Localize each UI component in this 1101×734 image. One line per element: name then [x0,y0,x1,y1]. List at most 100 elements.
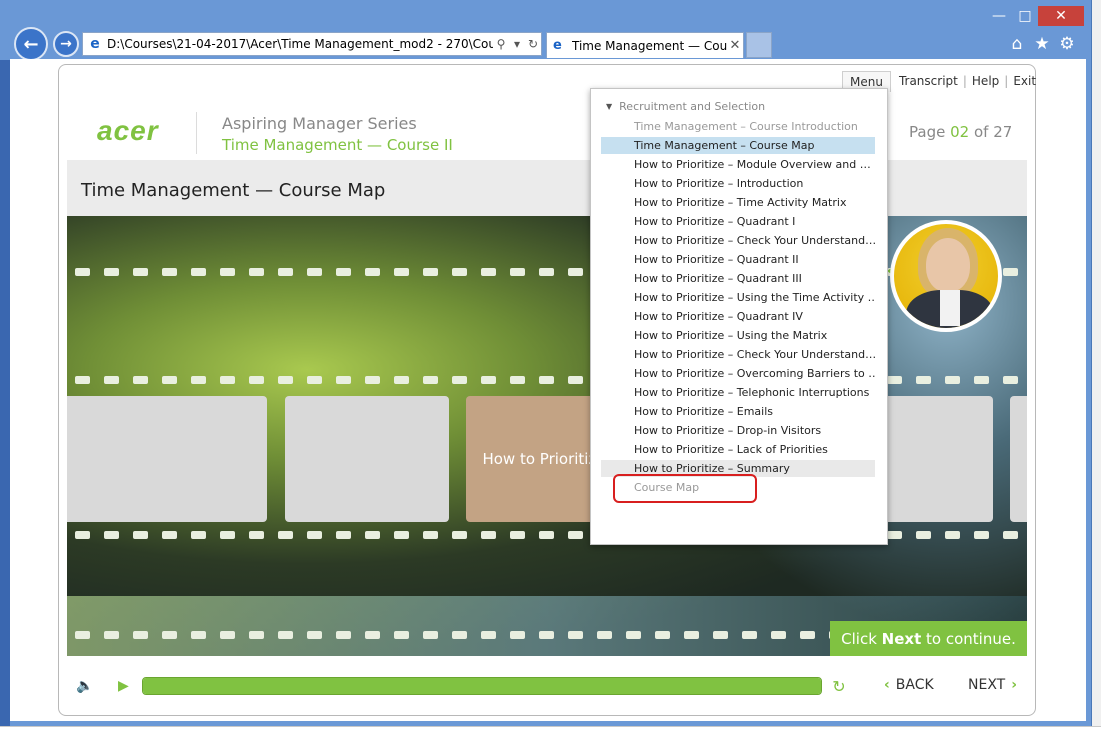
help-link[interactable]: Help [972,74,999,88]
minimize-button[interactable]: — [986,6,1012,26]
film-hole [133,268,148,276]
film-hole [394,531,409,539]
browser-tab[interactable]: e Time Management — Cour... ✕ [546,32,744,58]
menu-item[interactable]: How to Prioritize – Introduction [601,175,875,192]
film-hole [481,268,496,276]
film-hole [75,531,90,539]
film-hole [1003,268,1018,276]
film-frame [1010,396,1027,522]
film-frame [285,396,449,522]
film-hole [597,631,612,639]
search-icon[interactable]: ⚲ [493,37,509,51]
menu-item[interactable]: How to Prioritize – Quadrant II [601,251,875,268]
film-hole [510,376,525,384]
menu-section-header[interactable]: ▼ Recruitment and Selection [606,100,765,113]
page-current: 02 [950,123,970,141]
nav-separator: | [962,74,967,88]
film-hole [191,376,206,384]
film-hole [307,268,322,276]
film-hole [336,376,351,384]
avatar-face [926,238,970,292]
film-hole [249,376,264,384]
menu-item[interactable]: How to Prioritize – Quadrant IV [601,308,875,325]
exit-link[interactable]: Exit [1013,74,1036,88]
film-hole [916,376,931,384]
film-hole [945,376,960,384]
refresh-icon[interactable]: ↻ [525,37,541,51]
film-hole [365,631,380,639]
film-hole [336,268,351,276]
film-hole [278,268,293,276]
menu-item[interactable]: How to Prioritize – Time Activity Matrix [601,194,875,211]
film-hole [220,268,235,276]
back-label: BACK [895,677,934,693]
next-button[interactable]: NEXT › [968,677,1017,693]
address-url[interactable]: D:\Courses\21-04-2017\Acer\Time Manageme… [107,37,493,51]
film-hole [220,631,235,639]
menu-item[interactable]: Time Management – Course Map [601,137,875,154]
menu-item[interactable]: How to Prioritize – Telephonic Interrupt… [601,384,875,401]
film-hole [423,531,438,539]
film-hole [887,376,902,384]
home-icon[interactable]: ⌂ [1006,33,1028,55]
film-frame [103,396,267,522]
film-hole [191,631,206,639]
slide-progress-bar[interactable] [142,677,822,695]
forward-icon[interactable]: → [53,31,79,57]
menu-item[interactable]: Time Management – Course Introduction [601,118,875,135]
film-hole [481,376,496,384]
cta-next: Next [881,629,922,648]
film-hole [278,631,293,639]
film-hole [249,531,264,539]
page-total: of 27 [973,123,1013,141]
menu-item[interactable]: How to Prioritize – Lack of Priorities [601,441,875,458]
play-icon[interactable]: ▶ [118,678,134,694]
close-window-button[interactable]: ✕ [1038,6,1084,26]
transcript-link[interactable]: Transcript [899,74,958,88]
menu-item[interactable]: How to Prioritize – Using the Time Activ… [601,289,875,306]
header-divider [196,112,197,154]
slide-title: Time Management — Course Map [81,180,386,201]
menu-item[interactable]: How to Prioritize – Check Your Understan… [601,346,875,363]
back-button[interactable]: ‹ BACK [884,677,934,693]
film-hole [394,376,409,384]
film-hole [539,531,554,539]
film-hole [568,531,583,539]
star-icon[interactable]: ★ [1031,33,1053,55]
page-prefix: Page [909,123,946,141]
menu-item[interactable]: How to Prioritize – Check Your Understan… [601,232,875,249]
desktop-edge [0,60,10,726]
dropdown-icon[interactable]: ▾ [509,37,525,51]
film-hole [568,376,583,384]
nav-separator: | [1004,74,1009,88]
tab-close-icon[interactable]: ✕ [727,38,743,53]
replay-icon[interactable]: ↻ [830,677,848,696]
film-hole [104,376,119,384]
film-hole [800,631,815,639]
volume-icon[interactable]: 🔈 [76,678,93,694]
film-hole [133,631,148,639]
desktop-edge-bottom [0,726,1101,734]
tab-title[interactable]: Time Management — Cour... [572,39,727,53]
film-hole [133,531,148,539]
film-hole [452,531,467,539]
menu-item[interactable]: How to Prioritize – Module Overview and … [601,156,875,173]
gear-icon[interactable]: ⚙ [1056,33,1078,55]
menu-item[interactable]: How to Prioritize – Quadrant III [601,270,875,287]
menu-item[interactable]: How to Prioritize – Quadrant I [601,213,875,230]
film-hole [162,631,177,639]
film-hole [655,631,670,639]
menu-item[interactable]: How to Prioritize – Drop-in Visitors [601,422,875,439]
menu-item[interactable]: How to Prioritize – Using the Matrix [601,327,875,344]
collapse-triangle-icon[interactable]: ▼ [606,102,612,111]
menu-item[interactable]: How to Prioritize – Overcoming Barriers … [601,365,875,382]
film-hole [945,531,960,539]
film-hole [75,631,90,639]
menu-item[interactable]: How to Prioritize – Emails [601,403,875,420]
back-icon[interactable]: ← [14,27,48,61]
maximize-button[interactable]: □ [1012,6,1038,26]
film-hole [394,631,409,639]
new-tab-button[interactable] [746,32,772,58]
slide-progress-fill [143,678,821,694]
address-bar[interactable]: e D:\Courses\21-04-2017\Acer\Time Manage… [82,32,542,56]
